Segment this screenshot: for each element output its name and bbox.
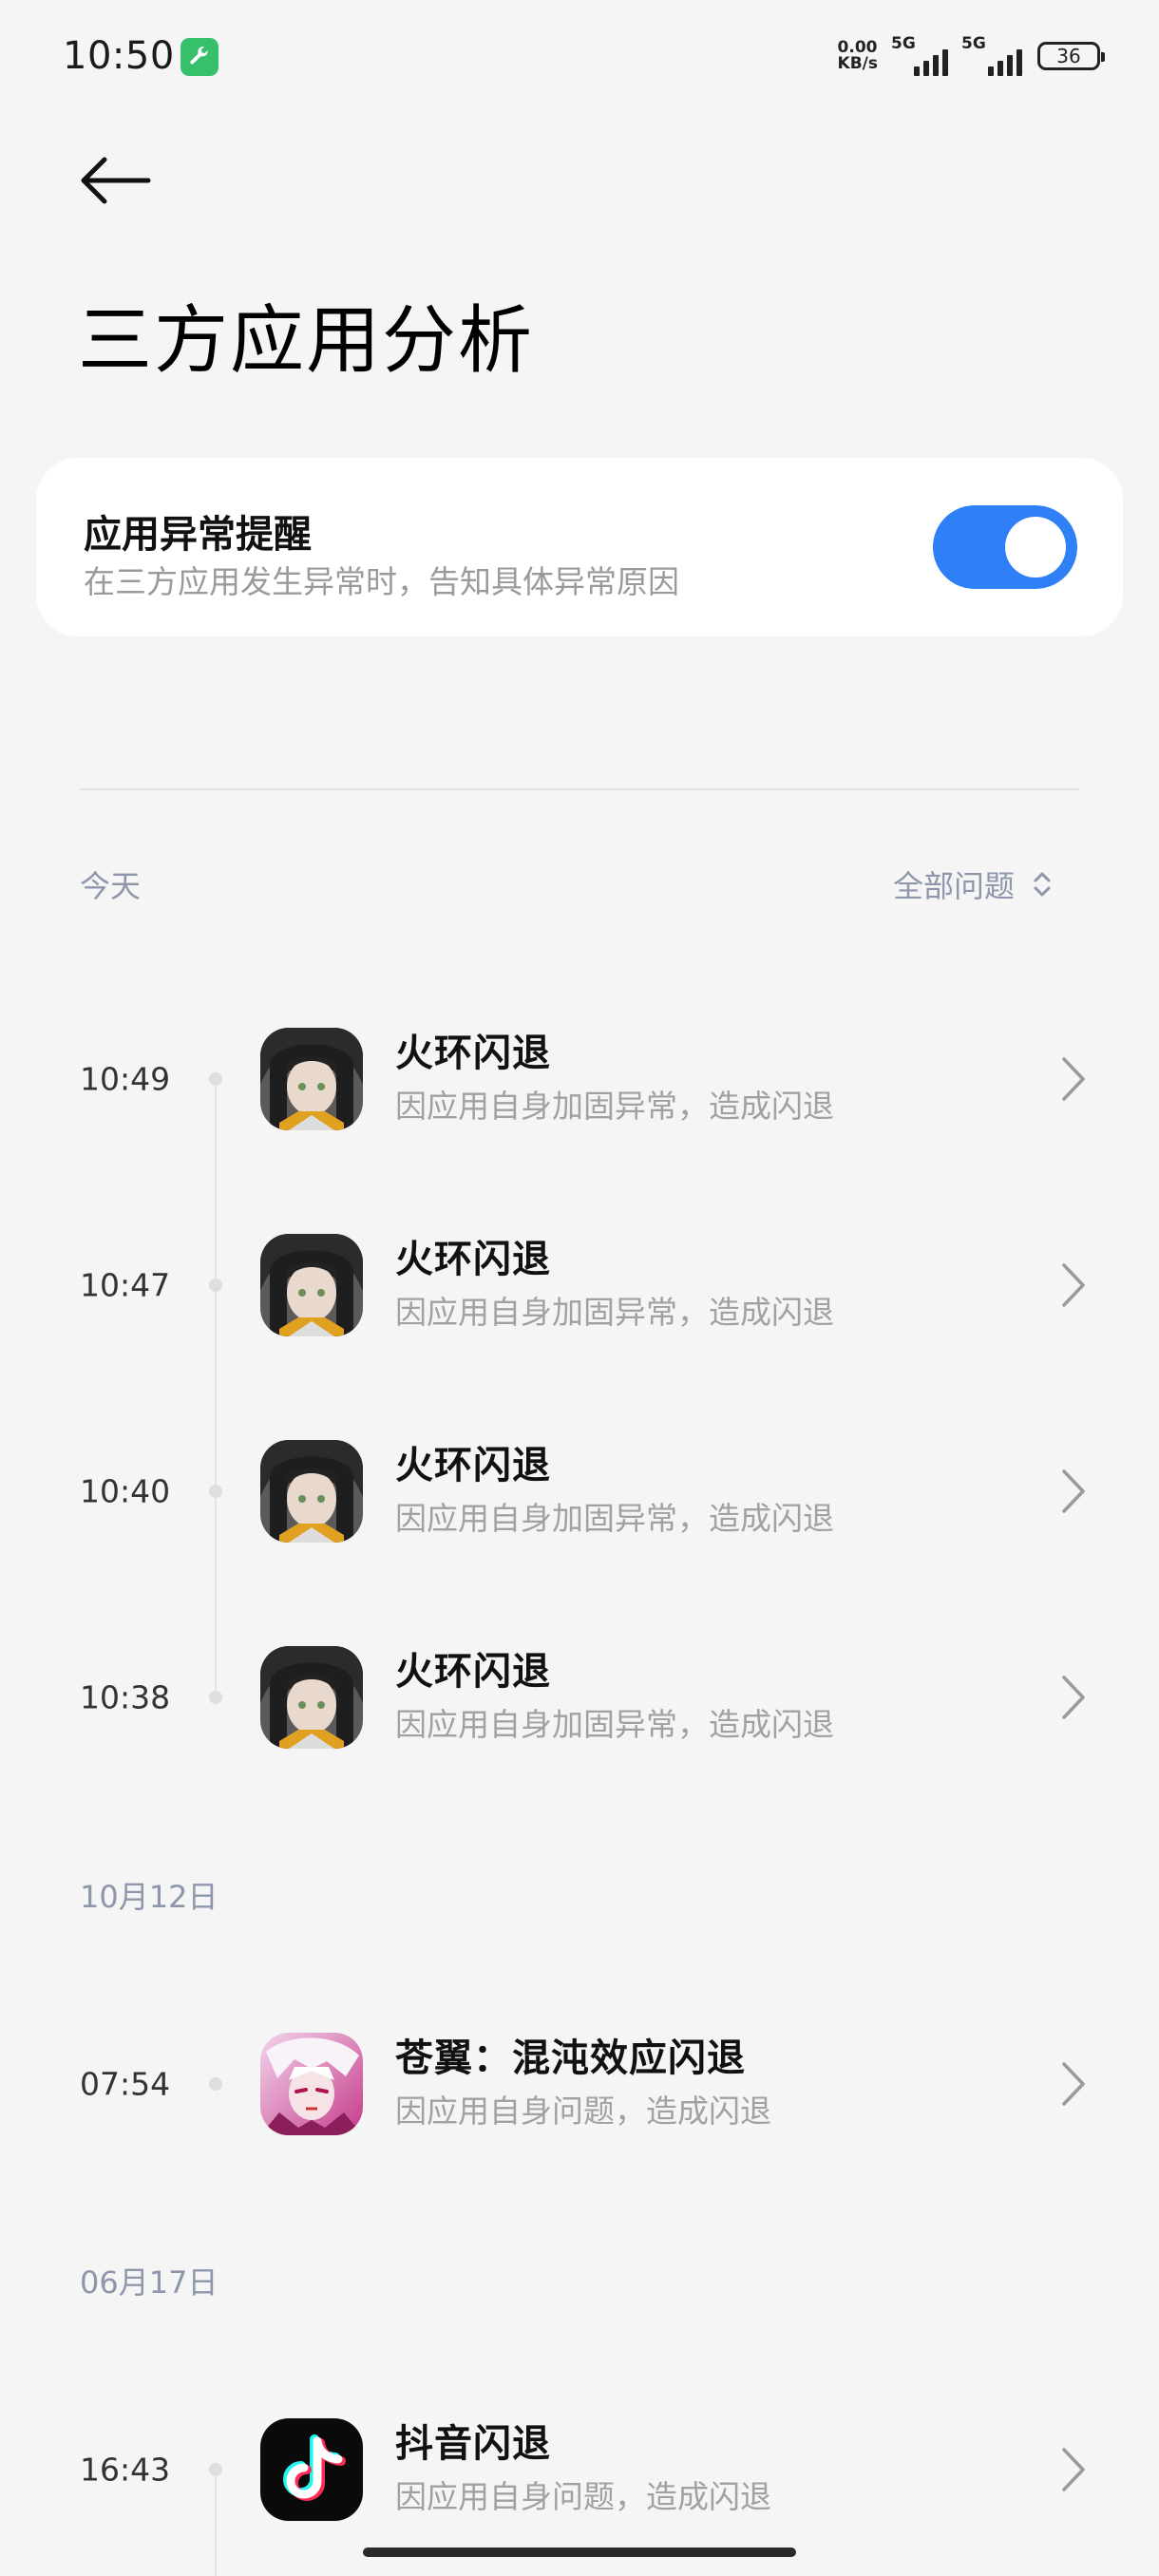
- alert-setting-title: 应用异常提醒: [84, 513, 312, 557]
- chevron-right-icon: [1062, 1057, 1085, 1101]
- filter-label: 全部问题: [892, 868, 1015, 904]
- record-description: 因应用自身加固异常，造成闪退: [395, 1500, 834, 1537]
- crash-record-row[interactable]: 10:38 火环闪退 因应用自身加固异常，造成闪退: [0, 1631, 1159, 1764]
- timeline-dot: [209, 1485, 222, 1498]
- toggle-knob: [1005, 517, 1066, 578]
- divider: [80, 788, 1079, 790]
- network-speed: 0.00 KB/s: [837, 38, 878, 73]
- alert-setting-card: 应用异常提醒 在三方应用发生异常时，告知具体异常原因: [36, 458, 1123, 636]
- record-time: 07:54: [80, 2065, 171, 2103]
- home-indicator[interactable]: [363, 2548, 796, 2557]
- status-time: 10:50: [63, 34, 175, 78]
- record-title: 苍翼：混沌效应闪退: [395, 2036, 746, 2080]
- record-description: 因应用自身加固异常，造成闪退: [395, 1088, 834, 1125]
- timeline-dot: [209, 2077, 222, 2091]
- alert-toggle-switch[interactable]: [933, 505, 1077, 589]
- battery-icon: 36: [1037, 42, 1105, 70]
- section-date: 06月17日: [80, 2264, 218, 2301]
- record-title: 火环闪退: [395, 1650, 551, 1694]
- anime-girl-app-icon: [260, 1028, 363, 1130]
- anime-girl-app-icon: [260, 1440, 363, 1543]
- wrench-icon: [180, 38, 218, 76]
- chevron-right-icon: [1062, 2448, 1085, 2491]
- chevron-right-icon: [1062, 1469, 1085, 1513]
- record-time: 10:47: [80, 1266, 171, 1304]
- record-title: 抖音闪退: [395, 2422, 551, 2466]
- chevron-right-icon: [1062, 2062, 1085, 2106]
- section-date-today: 今天: [80, 868, 142, 904]
- record-time: 16:43: [80, 2451, 171, 2489]
- back-button[interactable]: [76, 152, 152, 209]
- crash-record-row[interactable]: 10:49 火环闪退 因应用自身加固异常，造成闪退: [0, 1013, 1159, 1146]
- record-description: 因应用自身加固异常，造成闪退: [395, 1706, 834, 1743]
- record-title: 火环闪退: [395, 1444, 551, 1487]
- timeline-dot: [209, 1072, 222, 1086]
- chevron-right-icon: [1062, 1263, 1085, 1307]
- record-description: 因应用自身问题，造成闪退: [395, 2093, 771, 2130]
- anime-girl-app-icon: [260, 1646, 363, 1749]
- crash-record-row[interactable]: 10:40 火环闪退 因应用自身加固异常，造成闪退: [0, 1425, 1159, 1558]
- signal-icon-sim1: 5G: [891, 34, 948, 76]
- crash-record-row[interactable]: 16:43 抖音闪退 因应用自身问题，造成闪退: [0, 2403, 1159, 2536]
- record-description: 因应用自身加固异常，造成闪退: [395, 1294, 834, 1331]
- record-title: 火环闪退: [395, 1032, 551, 1075]
- record-time: 10:49: [80, 1060, 171, 1098]
- anime-white-hair-app-icon: [260, 2033, 363, 2135]
- section-date: 10月12日: [80, 1879, 218, 1915]
- page-title: 三方应用分析: [78, 298, 535, 384]
- timeline-line: [215, 1078, 217, 1695]
- crash-record-row[interactable]: 10:47 火环闪退 因应用自身加固异常，造成闪退: [0, 1219, 1159, 1352]
- timeline-dot: [209, 2463, 222, 2476]
- tiktok-app-icon: [260, 2418, 363, 2521]
- timeline-dot: [209, 1279, 222, 1292]
- status-icons: 0.00 KB/s 5G 5G 36: [837, 34, 1105, 76]
- record-title: 火环闪退: [395, 1238, 551, 1281]
- timeline-dot: [209, 1691, 222, 1704]
- signal-icon-sim2: 5G: [961, 34, 1024, 76]
- alert-setting-subtitle: 在三方应用发生异常时，告知具体异常原因: [84, 563, 679, 600]
- record-description: 因应用自身问题，造成闪退: [395, 2478, 771, 2515]
- sort-chevron-icon: [1034, 872, 1051, 897]
- filter-dropdown[interactable]: 全部问题: [893, 862, 1053, 906]
- back-arrow-icon: [81, 157, 151, 204]
- record-time: 10:40: [80, 1472, 171, 1510]
- record-time: 10:38: [80, 1678, 171, 1716]
- chevron-right-icon: [1062, 1676, 1085, 1719]
- crash-record-row[interactable]: 07:54 苍翼：混沌效应闪退 因应用自身问题，造成闪退: [0, 2017, 1159, 2150]
- anime-girl-app-icon: [260, 1234, 363, 1336]
